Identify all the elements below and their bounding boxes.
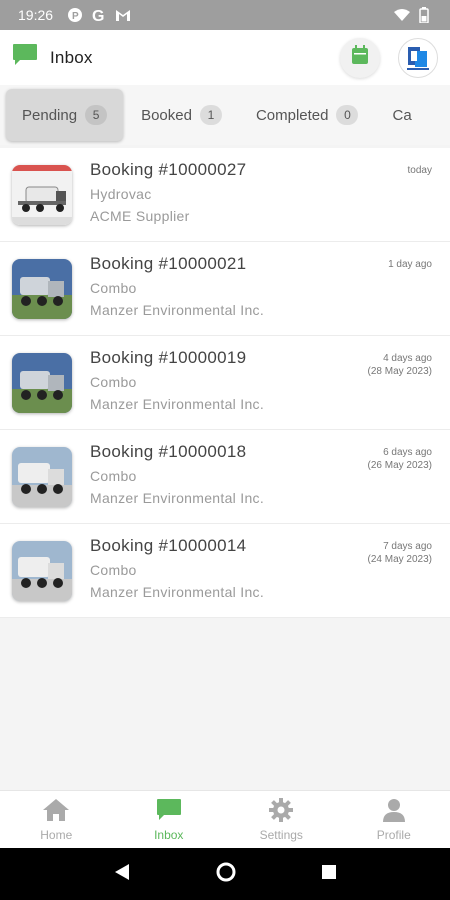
gmail-icon xyxy=(115,7,131,23)
nav-label: Profile xyxy=(376,827,411,842)
relative-time: 1 day ago xyxy=(388,259,432,270)
page-title: Inbox xyxy=(50,47,93,67)
profile-avatar[interactable] xyxy=(398,37,438,78)
battery-icon xyxy=(416,7,432,23)
svg-text:P: P xyxy=(72,11,79,22)
combo-truck-thumbnail xyxy=(12,259,72,319)
booking-title: Booking #10000027 xyxy=(90,160,247,179)
nav-label: Inbox xyxy=(154,827,184,842)
tab-label: Ca xyxy=(392,106,412,124)
supplier-name: Manzer Environmental Inc. xyxy=(90,490,265,506)
nav-settings[interactable]: Settings xyxy=(225,791,338,848)
booking-date: (26 May 2023) xyxy=(367,460,432,471)
tab-completed[interactable]: Completed 0 xyxy=(240,89,375,141)
tab-cancelled-partial[interactable]: Ca xyxy=(376,89,427,141)
supplier-name: ACME Supplier xyxy=(90,208,190,224)
company-logo-icon xyxy=(407,46,429,70)
supplier-name: Manzer Environmental Inc. xyxy=(90,584,265,600)
person-icon xyxy=(382,798,406,825)
booking-title: Booking #10000014 xyxy=(90,536,247,555)
relative-time: 7 days ago xyxy=(383,541,432,552)
booking-title: Booking #10000021 xyxy=(90,254,247,273)
booking-list: Booking #10000027 Hydrovac ACME Supplier… xyxy=(0,148,450,618)
combo-truck-thumbnail xyxy=(12,541,72,601)
google-icon: G xyxy=(91,7,107,23)
tab-booked[interactable]: Booked 1 xyxy=(125,89,238,141)
supplier-name: Manzer Environmental Inc. xyxy=(90,302,265,318)
booking-date: (28 May 2023) xyxy=(367,366,432,377)
chat-icon xyxy=(156,798,182,825)
booking-title: Booking #10000019 xyxy=(90,348,247,367)
recents-icon[interactable] xyxy=(321,864,337,885)
nav-label: Settings xyxy=(259,827,303,842)
home-circle-icon[interactable] xyxy=(216,862,236,887)
back-icon[interactable] xyxy=(113,863,131,886)
home-icon xyxy=(42,798,70,825)
nav-home[interactable]: Home xyxy=(0,791,113,848)
calendar-button[interactable] xyxy=(340,37,380,78)
tab-pending[interactable]: Pending 5 xyxy=(6,89,124,141)
relative-time: 6 days ago xyxy=(383,447,432,458)
service-type: Combo xyxy=(90,280,137,296)
booking-date: (24 May 2023) xyxy=(367,554,432,565)
app-header: Inbox xyxy=(0,30,450,85)
booking-list-item[interactable]: Booking #10000021 Combo Manzer Environme… xyxy=(0,242,450,336)
booking-status-tabs: Pending 5 Booked 1 Completed 0 Ca xyxy=(0,85,450,145)
booking-list-item[interactable]: Booking #10000018 Combo Manzer Environme… xyxy=(0,430,450,524)
booking-title: Booking #10000018 xyxy=(90,442,247,461)
parking-app-icon: P xyxy=(67,7,83,23)
nav-inbox[interactable]: Inbox xyxy=(113,791,226,848)
nav-profile[interactable]: Profile xyxy=(338,791,450,848)
calendar-icon xyxy=(351,45,369,70)
booking-list-item[interactable]: Booking #10000014 Combo Manzer Environme… xyxy=(0,524,450,618)
service-type: Combo xyxy=(90,374,137,390)
tab-label: Pending xyxy=(22,106,78,124)
status-time: 19:26 xyxy=(18,7,54,23)
booking-list-item[interactable]: Booking #10000027 Hydrovac ACME Supplier… xyxy=(0,148,450,242)
supplier-name: Manzer Environmental Inc. xyxy=(90,396,265,412)
combo-truck-thumbnail xyxy=(12,447,72,507)
count-badge: 5 xyxy=(85,105,108,125)
relative-time: 4 days ago xyxy=(383,353,432,364)
combo-truck-thumbnail xyxy=(12,353,72,413)
count-badge: 0 xyxy=(336,105,359,125)
count-badge: 1 xyxy=(199,105,222,125)
service-type: Combo xyxy=(90,468,137,484)
service-type: Combo xyxy=(90,562,137,578)
nav-label: Home xyxy=(40,827,73,842)
bottom-navigation: Home Inbox Settings Profile xyxy=(0,790,450,848)
tab-label: Completed xyxy=(255,106,329,124)
relative-time: today xyxy=(407,165,432,176)
svg-text:G: G xyxy=(92,8,104,23)
booking-list-item[interactable]: Booking #10000019 Combo Manzer Environme… xyxy=(0,336,450,430)
inbox-chat-icon xyxy=(12,43,38,72)
gear-icon xyxy=(269,797,294,825)
status-bar: 19:26 P G xyxy=(0,0,450,30)
wifi-icon xyxy=(394,7,410,23)
tab-label: Booked xyxy=(141,106,192,124)
system-navigation-bar xyxy=(0,848,450,900)
hydrovac-truck-thumbnail xyxy=(12,165,72,225)
service-type: Hydrovac xyxy=(90,186,152,202)
